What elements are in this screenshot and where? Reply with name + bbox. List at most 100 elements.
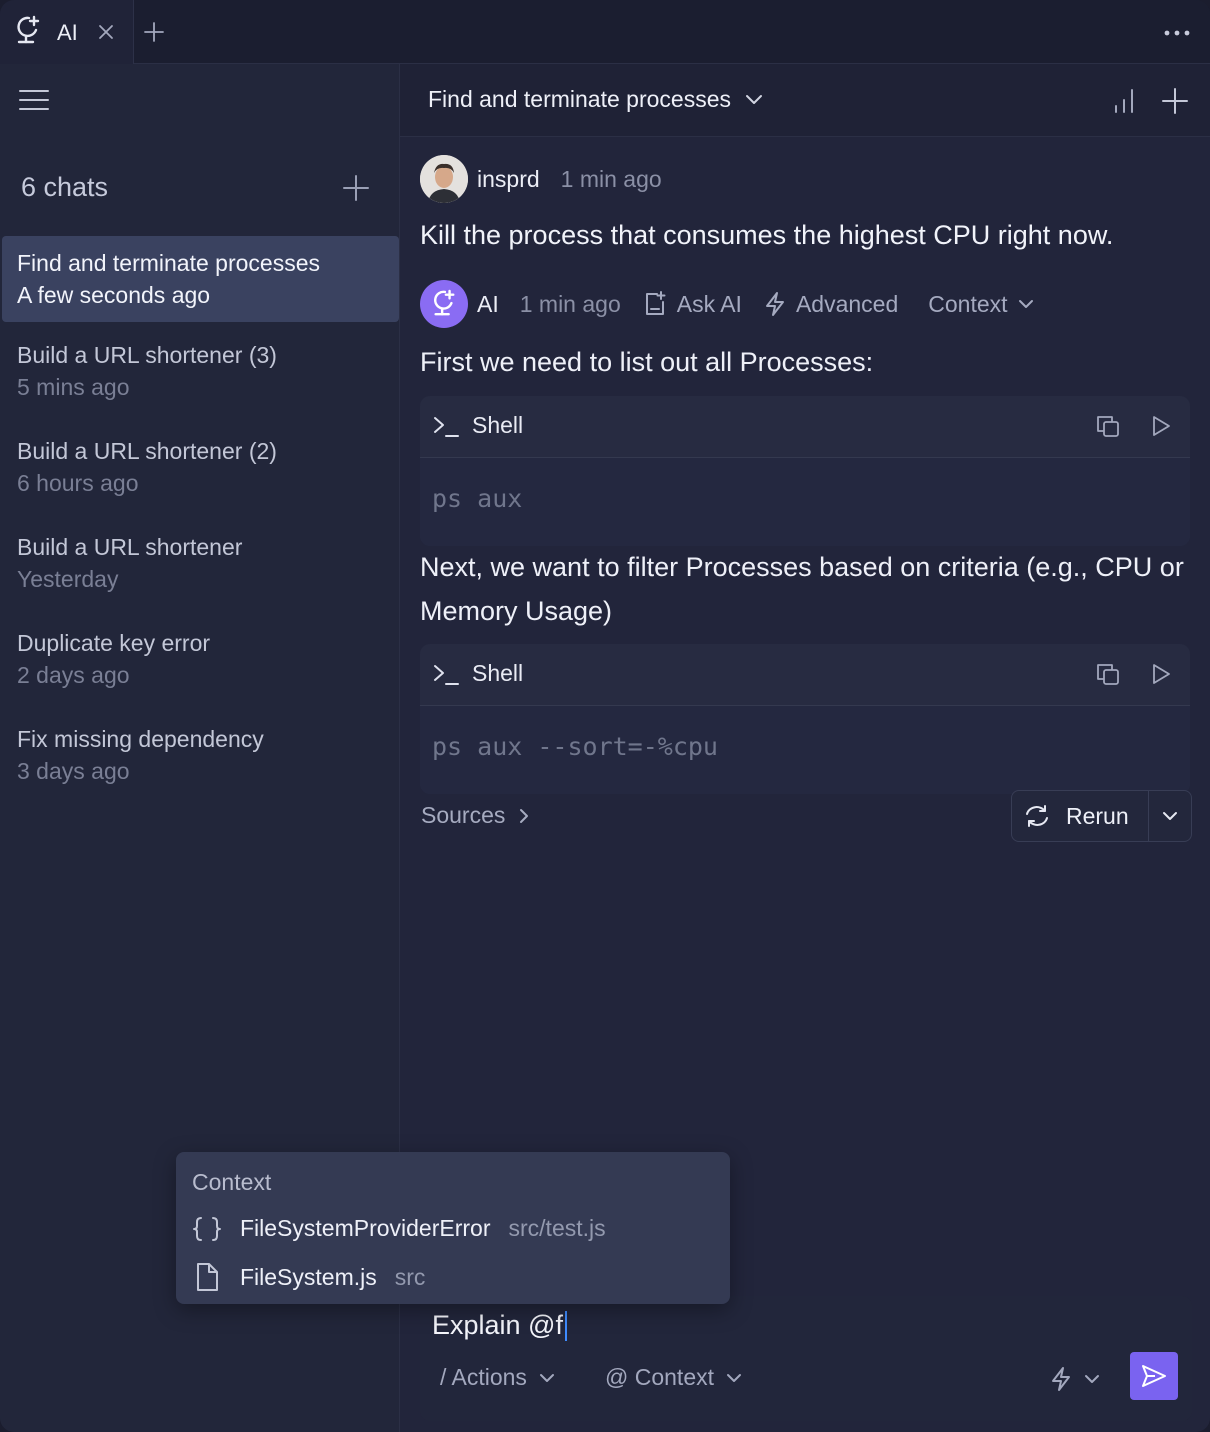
chevron-right-icon — [520, 808, 529, 823]
send-icon — [1142, 1365, 1166, 1387]
code-text[interactable]: ps aux --sort=-%cpu — [432, 732, 718, 761]
refresh-icon — [1026, 805, 1048, 827]
code-block-1: Shell ps aux — [420, 396, 1190, 546]
app-window: AI 6 chats Find and terminate processes … — [0, 0, 1210, 1432]
chat-item-time: A few seconds ago — [17, 282, 211, 308]
lightning-icon — [1052, 1367, 1070, 1391]
user-name: insprd — [477, 165, 540, 192]
suggestion-name: FileSystem.js — [240, 1263, 377, 1290]
context-suggestion-item[interactable]: FileSystem.js src — [192, 1262, 425, 1292]
chevron-down-icon — [1163, 812, 1177, 820]
chevron-down-icon — [746, 94, 762, 104]
ai-logo-icon — [434, 289, 455, 316]
chat-item-time: 6 hours ago — [17, 470, 139, 496]
suggestion-name: FileSystemProviderError — [240, 1215, 491, 1241]
avatar — [420, 155, 468, 203]
tab-label: AI — [57, 20, 78, 45]
tab-bar: AI — [0, 0, 1210, 64]
user-message-text: Kill the process that consumes the highe… — [420, 220, 1114, 250]
text-caret — [564, 1310, 567, 1341]
actions-dropdown[interactable]: / Actions — [440, 1364, 555, 1391]
ai-avatar — [420, 280, 468, 328]
chevron-down-icon — [1085, 1375, 1099, 1383]
chevron-down-icon — [539, 1373, 554, 1382]
suggestion-path: src/test.js — [508, 1215, 606, 1241]
ask-ai-icon — [645, 291, 666, 315]
context-label: @ Context — [605, 1364, 715, 1390]
lightning-icon — [765, 292, 784, 316]
terminal-prompt-icon — [432, 662, 460, 688]
play-icon[interactable] — [1150, 414, 1172, 438]
bar-chart-icon[interactable] — [1113, 88, 1137, 114]
context-dropdown[interactable]: @ Context — [605, 1364, 742, 1391]
chats-count: 6 chats — [21, 172, 109, 202]
chat-item-title: Build a URL shortener (3) — [17, 342, 277, 368]
sources-toggle[interactable]: Sources — [421, 802, 529, 829]
chevron-down-icon — [727, 1373, 742, 1382]
play-icon[interactable] — [1150, 662, 1172, 686]
code-block-header: Shell — [420, 644, 1190, 706]
chat-item-time: Yesterday — [17, 566, 119, 592]
code-language: Shell — [472, 412, 524, 438]
advanced-label: Advanced — [795, 290, 899, 317]
chat-title-dropdown[interactable]: Find and terminate processes — [428, 86, 763, 113]
chat-item-build-url-shortener[interactable]: Build a URL shortener Yesterday — [2, 520, 399, 606]
message-time: 1 min ago — [519, 290, 621, 317]
sources-label: Sources — [421, 802, 506, 828]
chat-item-title: Build a URL shortener — [17, 534, 243, 560]
close-icon[interactable] — [96, 22, 116, 42]
rerun-button[interactable]: Rerun — [1012, 791, 1149, 841]
chat-item-title: Fix missing dependency — [17, 726, 264, 752]
message-time: 1 min ago — [560, 165, 662, 192]
actions-label: / Actions — [440, 1364, 527, 1390]
copy-icon[interactable] — [1096, 414, 1120, 438]
code-block-body: ps aux — [420, 458, 1190, 546]
code-language: Shell — [472, 660, 524, 686]
terminal-prompt-icon — [432, 414, 460, 440]
rerun-split-button: Rerun — [1011, 790, 1192, 842]
code-block-2: Shell ps aux --sort=-%cpu — [420, 644, 1190, 794]
ai-paragraph-2: Next, we want to filter Processes based … — [420, 552, 1184, 626]
context-suggestions-popup: Context FileSystemProviderError src/test… — [176, 1152, 730, 1304]
ask-ai-label: Ask AI — [676, 290, 742, 317]
chat-item-build-url-shortener-2[interactable]: Build a URL shortener (2) 6 hours ago — [2, 424, 399, 510]
chat-item-title: Build a URL shortener (2) — [17, 438, 277, 464]
mode-dropdown[interactable] — [1050, 1366, 1100, 1392]
chevron-down-icon — [1018, 300, 1033, 308]
chat-item-time: 5 mins ago — [17, 374, 130, 400]
rerun-label: Rerun — [1066, 802, 1129, 829]
new-chat-plus-icon[interactable] — [343, 175, 369, 201]
user-message-header: insprd 1 min ago — [420, 155, 662, 203]
suggestion-path: src — [394, 1263, 426, 1290]
chat-title: Find and terminate processes — [428, 86, 731, 112]
composer-input[interactable]: Explain @f — [432, 1310, 567, 1341]
ask-ai-button[interactable]: Ask AI — [643, 290, 742, 318]
context-suggestion-item[interactable]: FileSystemProviderError src/test.js — [192, 1215, 606, 1242]
advanced-button[interactable]: Advanced — [764, 291, 898, 318]
chat-item-title: Duplicate key error — [17, 630, 211, 656]
ai-name: AI — [477, 290, 499, 317]
new-tab-plus-icon[interactable] — [143, 21, 165, 43]
send-button[interactable] — [1130, 1352, 1178, 1400]
context-label: Context — [928, 290, 1008, 317]
context-dropdown[interactable]: Context — [928, 291, 1033, 318]
ai-message-header: AI 1 min ago Ask AI Advanced Context — [420, 280, 1034, 328]
rerun-options-dropdown[interactable] — [1149, 791, 1191, 841]
chat-item-time: 3 days ago — [17, 758, 130, 784]
composer-input-text: Explain @f — [432, 1310, 563, 1340]
message-composer[interactable]: Explain @f / Actions @ Context — [420, 1296, 1192, 1421]
code-text[interactable]: ps aux — [432, 484, 522, 513]
chat-item-duplicate-key-error[interactable]: Duplicate key error 2 days ago — [2, 616, 399, 702]
menu-icon[interactable] — [19, 89, 49, 111]
chat-item-build-url-shortener-3[interactable]: Build a URL shortener (3) 5 mins ago — [2, 328, 399, 414]
chat-item-find-and-terminate-processes[interactable]: Find and terminate processes A few secon… — [2, 236, 399, 322]
new-chat-plus-icon[interactable] — [1162, 88, 1188, 114]
code-block-body: ps aux --sort=-%cpu — [420, 706, 1190, 794]
copy-icon[interactable] — [1096, 662, 1120, 686]
more-options-icon[interactable] — [1164, 30, 1190, 36]
code-block-header: Shell — [420, 396, 1190, 458]
chat-item-time: 2 days ago — [17, 662, 130, 688]
tab-ai[interactable]: AI — [0, 0, 134, 64]
chat-item-fix-missing-dependency[interactable]: Fix missing dependency 3 days ago — [2, 712, 399, 798]
file-icon — [197, 1263, 218, 1291]
